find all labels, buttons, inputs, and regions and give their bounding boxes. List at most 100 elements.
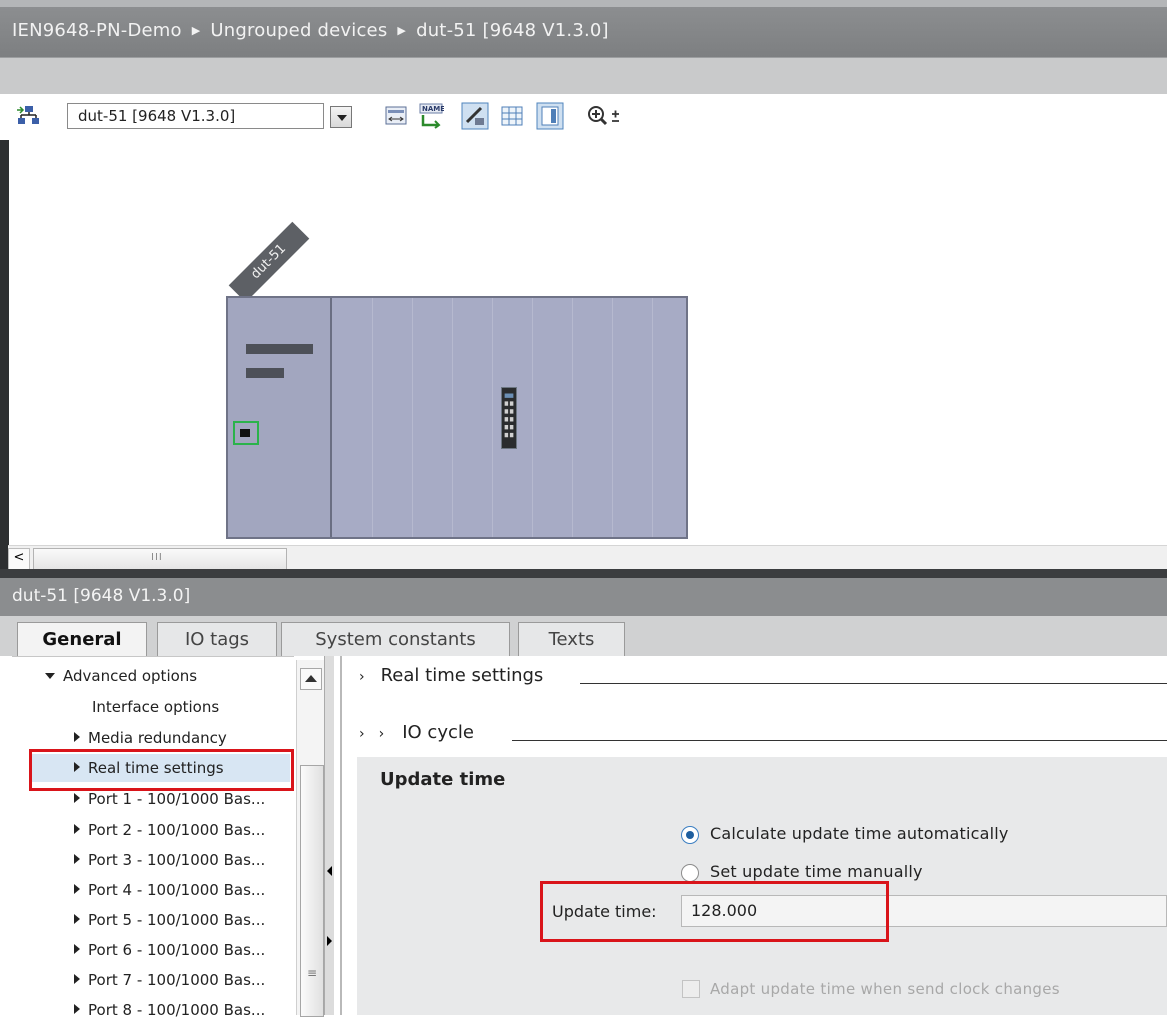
title-strip bbox=[0, 0, 1167, 7]
expand-right-icon[interactable] bbox=[74, 824, 80, 834]
ethernet-port-icon[interactable] bbox=[233, 421, 259, 445]
switch-module-icon[interactable] bbox=[501, 387, 517, 449]
scrollbar-thumb[interactable]: III bbox=[33, 548, 287, 570]
section-title: Real time settings bbox=[380, 665, 544, 686]
panel-splitter[interactable] bbox=[324, 656, 334, 1015]
editor-header-strip bbox=[0, 58, 1167, 94]
nav-vertical-scrollbar[interactable]: ≡ bbox=[296, 660, 324, 1017]
nav-item-port-6[interactable]: Port 6 - 100/1000 Bas... bbox=[74, 941, 265, 959]
expand-right-icon[interactable] bbox=[74, 884, 80, 894]
radio-label: Set update time manually bbox=[710, 862, 923, 881]
module-label-bar bbox=[246, 368, 284, 378]
svg-text:NAME: NAME bbox=[422, 105, 444, 113]
nav-item-port-1[interactable]: Port 1 - 100/1000 Bas... bbox=[74, 790, 265, 808]
properties-header: dut-51 [9648 V1.3.0] bbox=[0, 578, 1167, 616]
divider bbox=[512, 740, 1167, 741]
breadcrumb-device[interactable]: dut-51 [9648 V1.3.0] bbox=[416, 20, 609, 41]
breadcrumb: IEN9648-PN-Demo ▶ Ungrouped devices ▶ dut-51… bbox=[12, 20, 609, 41]
grip-icon: ≡ bbox=[307, 966, 318, 980]
tab-system-constants[interactable]: System constants bbox=[281, 622, 510, 656]
breadcrumb-separator-icon: ▶ bbox=[397, 24, 407, 37]
tab-io-tags[interactable]: IO tags bbox=[157, 622, 277, 656]
left-frame-edge bbox=[0, 140, 9, 580]
rack-slot-divider bbox=[492, 298, 493, 537]
expand-right-icon[interactable] bbox=[74, 732, 80, 742]
rack-slot-divider bbox=[572, 298, 573, 537]
scroll-left-icon[interactable]: < bbox=[8, 548, 30, 570]
nav-item-label: Interface options bbox=[92, 698, 220, 716]
nav-item-port-3[interactable]: Port 3 - 100/1000 Bas... bbox=[74, 851, 265, 869]
rack-slot-divider bbox=[652, 298, 653, 537]
radio-set-manually[interactable] bbox=[681, 864, 699, 882]
zoom-icon[interactable] bbox=[586, 104, 622, 128]
chevron-right-icon: › bbox=[359, 669, 365, 685]
breadcrumb-bar: IEN9648-PN-Demo ▶ Ungrouped devices ▶ dut-51… bbox=[0, 7, 1167, 57]
assign-name-icon[interactable]: NAME bbox=[418, 103, 444, 129]
nav-item-label: Port 8 - 100/1000 Bas... bbox=[88, 1001, 266, 1019]
grip-icon: III bbox=[151, 552, 163, 563]
table-view-icon[interactable] bbox=[500, 104, 524, 128]
divider bbox=[580, 683, 1167, 684]
canvas-horizontal-scrollbar[interactable]: < III bbox=[8, 545, 1167, 570]
rack-slot-divider bbox=[532, 298, 533, 537]
nav-item-label: Port 7 - 100/1000 Bas... bbox=[88, 971, 266, 989]
nav-item-label: Port 3 - 100/1000 Bas... bbox=[88, 851, 266, 869]
device-properties-icon[interactable] bbox=[384, 104, 408, 128]
nav-item-label: Port 5 - 100/1000 Bas... bbox=[88, 911, 266, 929]
nav-item-media-redundancy[interactable]: Media redundancy bbox=[74, 729, 227, 747]
chevron-right-icon: › bbox=[359, 726, 365, 742]
breadcrumb-group[interactable]: Ungrouped devices bbox=[210, 20, 387, 41]
expand-right-icon[interactable] bbox=[74, 974, 80, 984]
overview-panel-icon[interactable] bbox=[536, 102, 564, 130]
tab-general[interactable]: General bbox=[17, 622, 147, 657]
checkbox-label: Adapt update time when send clock change… bbox=[710, 980, 1060, 998]
pane-splitter[interactable] bbox=[0, 569, 1167, 578]
head-module[interactable] bbox=[228, 298, 332, 537]
nav-item-label: Port 4 - 100/1000 Bas... bbox=[88, 881, 266, 899]
breadcrumb-separator-icon: ▶ bbox=[191, 24, 201, 37]
nav-item-port-2[interactable]: Port 2 - 100/1000 Bas... bbox=[74, 821, 265, 839]
device-select[interactable]: dut-51 [9648 V1.3.0] bbox=[67, 103, 324, 129]
nav-item-label: Advanced options bbox=[63, 667, 198, 685]
nav-item-port-7[interactable]: Port 7 - 100/1000 Bas... bbox=[74, 971, 265, 989]
tab-texts[interactable]: Texts bbox=[518, 622, 625, 656]
breadcrumb-project[interactable]: IEN9648-PN-Demo bbox=[12, 20, 182, 41]
nav-item-label: Media redundancy bbox=[88, 729, 227, 747]
rack-slot-divider bbox=[612, 298, 613, 537]
expand-right-icon[interactable] bbox=[327, 936, 332, 946]
properties-title: dut-51 [9648 V1.3.0] bbox=[12, 586, 191, 606]
expand-right-icon[interactable] bbox=[74, 1004, 80, 1014]
nav-item-advanced-options[interactable]: Advanced options bbox=[45, 667, 197, 685]
scrollbar-thumb[interactable]: ≡ bbox=[300, 765, 324, 1017]
title-bar: IEN9648-PN-Demo ▶ Ungrouped devices ▶ dut-51… bbox=[0, 0, 1167, 58]
module-label-bar bbox=[246, 344, 313, 354]
collapse-left-icon[interactable] bbox=[327, 866, 332, 876]
section-title: IO cycle bbox=[402, 722, 474, 743]
expand-down-icon[interactable] bbox=[45, 673, 55, 679]
highlight-box bbox=[540, 881, 889, 942]
nav-item-label: Port 1 - 100/1000 Bas... bbox=[88, 790, 266, 808]
nav-item-label: Port 6 - 100/1000 Bas... bbox=[88, 941, 266, 959]
highlight-box bbox=[29, 749, 294, 791]
section-header-real-time-settings[interactable]: › Real time settings bbox=[359, 665, 543, 686]
adapt-update-time-checkbox[interactable] bbox=[682, 980, 700, 998]
nav-item-port-8[interactable]: Port 8 - 100/1000 Bas... bbox=[74, 1001, 265, 1019]
rack-slot-divider bbox=[372, 298, 373, 537]
chevron-right-icon: › bbox=[378, 726, 385, 742]
expand-right-icon[interactable] bbox=[74, 854, 80, 864]
expand-right-icon[interactable] bbox=[74, 914, 80, 924]
expand-right-icon[interactable] bbox=[74, 793, 80, 803]
radio-label: Calculate update time automatically bbox=[710, 824, 1009, 843]
device-select-dropdown-icon[interactable] bbox=[330, 106, 352, 128]
scroll-up-icon[interactable] bbox=[300, 668, 322, 690]
network-view-icon[interactable] bbox=[16, 104, 42, 128]
show-module-labels-icon[interactable] bbox=[461, 102, 489, 130]
nav-item-port-4[interactable]: Port 4 - 100/1000 Bas... bbox=[74, 881, 265, 899]
nav-item-port-5[interactable]: Port 5 - 100/1000 Bas... bbox=[74, 911, 265, 929]
section-header-io-cycle[interactable]: › › IO cycle bbox=[359, 722, 474, 743]
nav-item-interface-options[interactable]: Interface options bbox=[92, 698, 219, 716]
nav-item-label: Port 2 - 100/1000 Bas... bbox=[88, 821, 266, 839]
rack-slot-divider bbox=[452, 298, 453, 537]
radio-calculate-automatically[interactable] bbox=[681, 826, 699, 844]
expand-right-icon[interactable] bbox=[74, 944, 80, 954]
